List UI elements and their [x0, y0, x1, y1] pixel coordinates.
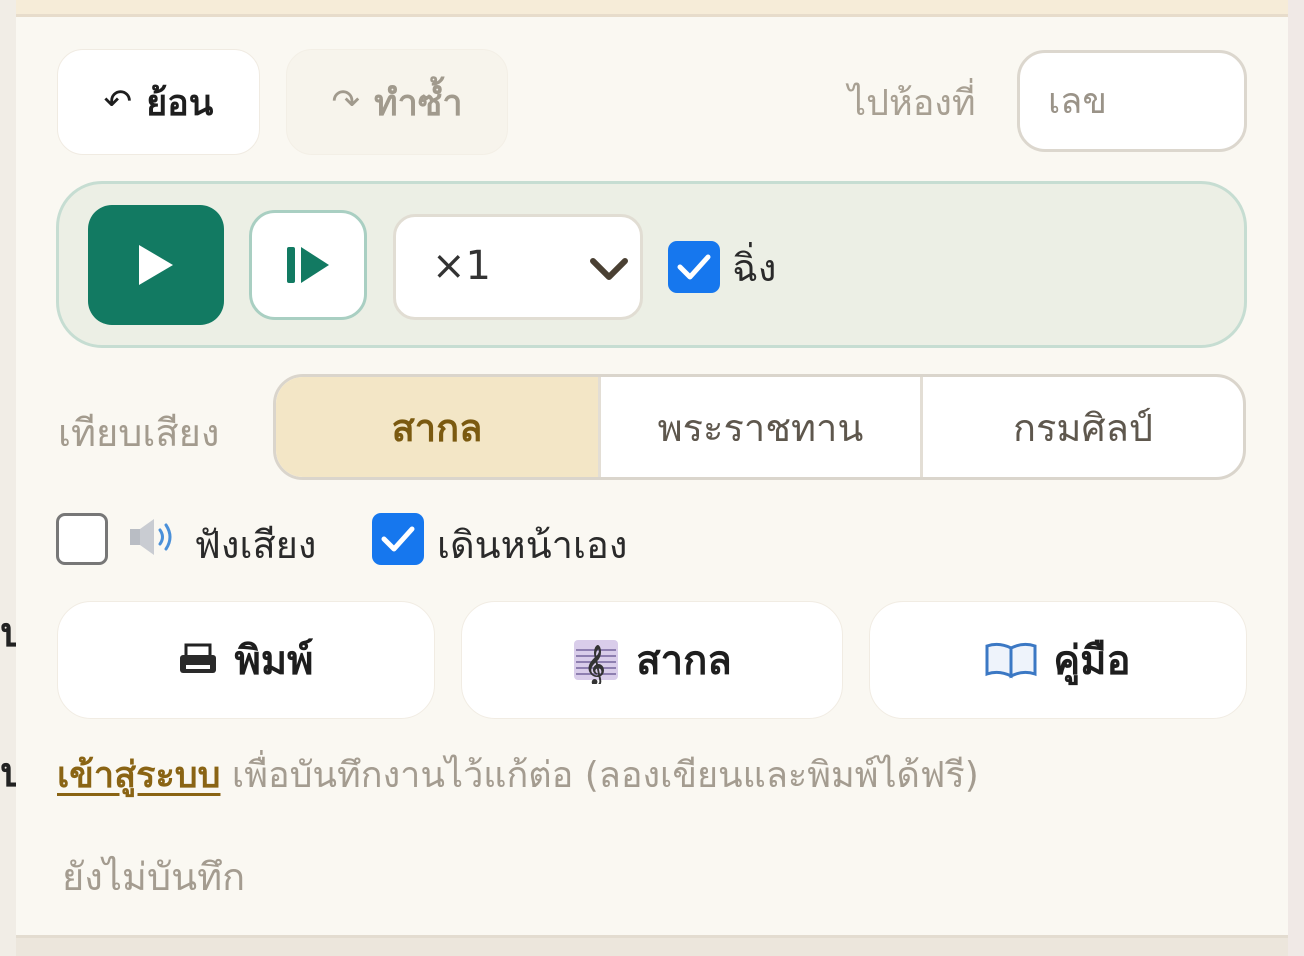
chevron-down-icon [590, 258, 628, 280]
musical-score-icon: 𝄞 [574, 640, 619, 684]
undo-icon: ↶ [103, 82, 133, 122]
manual-button[interactable]: คู่มือ [869, 601, 1247, 719]
check-icon [381, 526, 415, 552]
manual-label: คู่มือ [1053, 638, 1131, 684]
auto-advance-checkbox[interactable] [372, 513, 424, 565]
login-note: เพื่อบันทึกงานไว้แก้ต่อ (ลองเขียนและพิมพ… [220, 755, 979, 796]
listen-label: ฟังเสียง [194, 523, 317, 567]
hold-checkbox[interactable] [668, 241, 720, 293]
goto-measure-label: ไปห้องที่ [848, 83, 976, 124]
play-button[interactable] [88, 205, 224, 325]
background-page-strip: ป ป [0, 0, 25, 956]
undo-label: ย้อน [146, 82, 214, 124]
tuning-option-fine-arts[interactable]: กรมศิลป์ [920, 377, 1243, 477]
hold-label: ฉิ่ง [732, 246, 777, 290]
play-icon [139, 245, 173, 285]
login-link[interactable]: เข้าสู่ระบบ [57, 755, 220, 796]
listen-checkbox[interactable] [56, 513, 108, 565]
login-prompt: เข้าสู่ระบบ เพื่อบันทึกงานไว้แก้ต่อ (ลอง… [57, 746, 979, 803]
open-book-icon [985, 642, 1037, 679]
playback-bar [56, 181, 1247, 348]
step-forward-icon [287, 247, 329, 283]
measure-number-input[interactable] [1017, 50, 1247, 152]
tuning-segmented-control: สากล พระราชทาน กรมศิลป์ [273, 374, 1246, 480]
tuning-option-royal[interactable]: พระราชทาน [597, 377, 920, 477]
undo-button[interactable]: ↶ ย้อน [57, 49, 260, 155]
notation-button[interactable]: 𝄞 สากล [461, 601, 843, 719]
redo-button[interactable]: ↷ ทำซ้ำ [286, 49, 508, 155]
speed-select[interactable]: ×1 [393, 214, 643, 320]
save-status: ยังไม่บันทึก [62, 855, 246, 899]
speed-value: ×1 [432, 243, 491, 289]
printer-icon [180, 643, 217, 673]
svg-text:𝄞: 𝄞 [585, 645, 605, 684]
step-play-button[interactable] [249, 210, 367, 320]
redo-label: ทำซ้ำ [373, 82, 463, 124]
panel-top-edge [16, 0, 1288, 14]
notation-label: สากล [636, 638, 732, 684]
print-label: พิมพ์ [234, 638, 314, 684]
right-edge [1288, 0, 1304, 956]
speaker-icon [130, 519, 172, 555]
redo-icon: ↷ [331, 82, 360, 122]
check-icon [677, 254, 711, 280]
auto-advance-label: เดินหน้าเอง [437, 523, 628, 567]
print-button[interactable]: พิมพ์ [57, 601, 435, 719]
tuning-option-universal[interactable]: สากล [276, 377, 598, 477]
tuning-label: เทียบเสียง [58, 411, 220, 455]
